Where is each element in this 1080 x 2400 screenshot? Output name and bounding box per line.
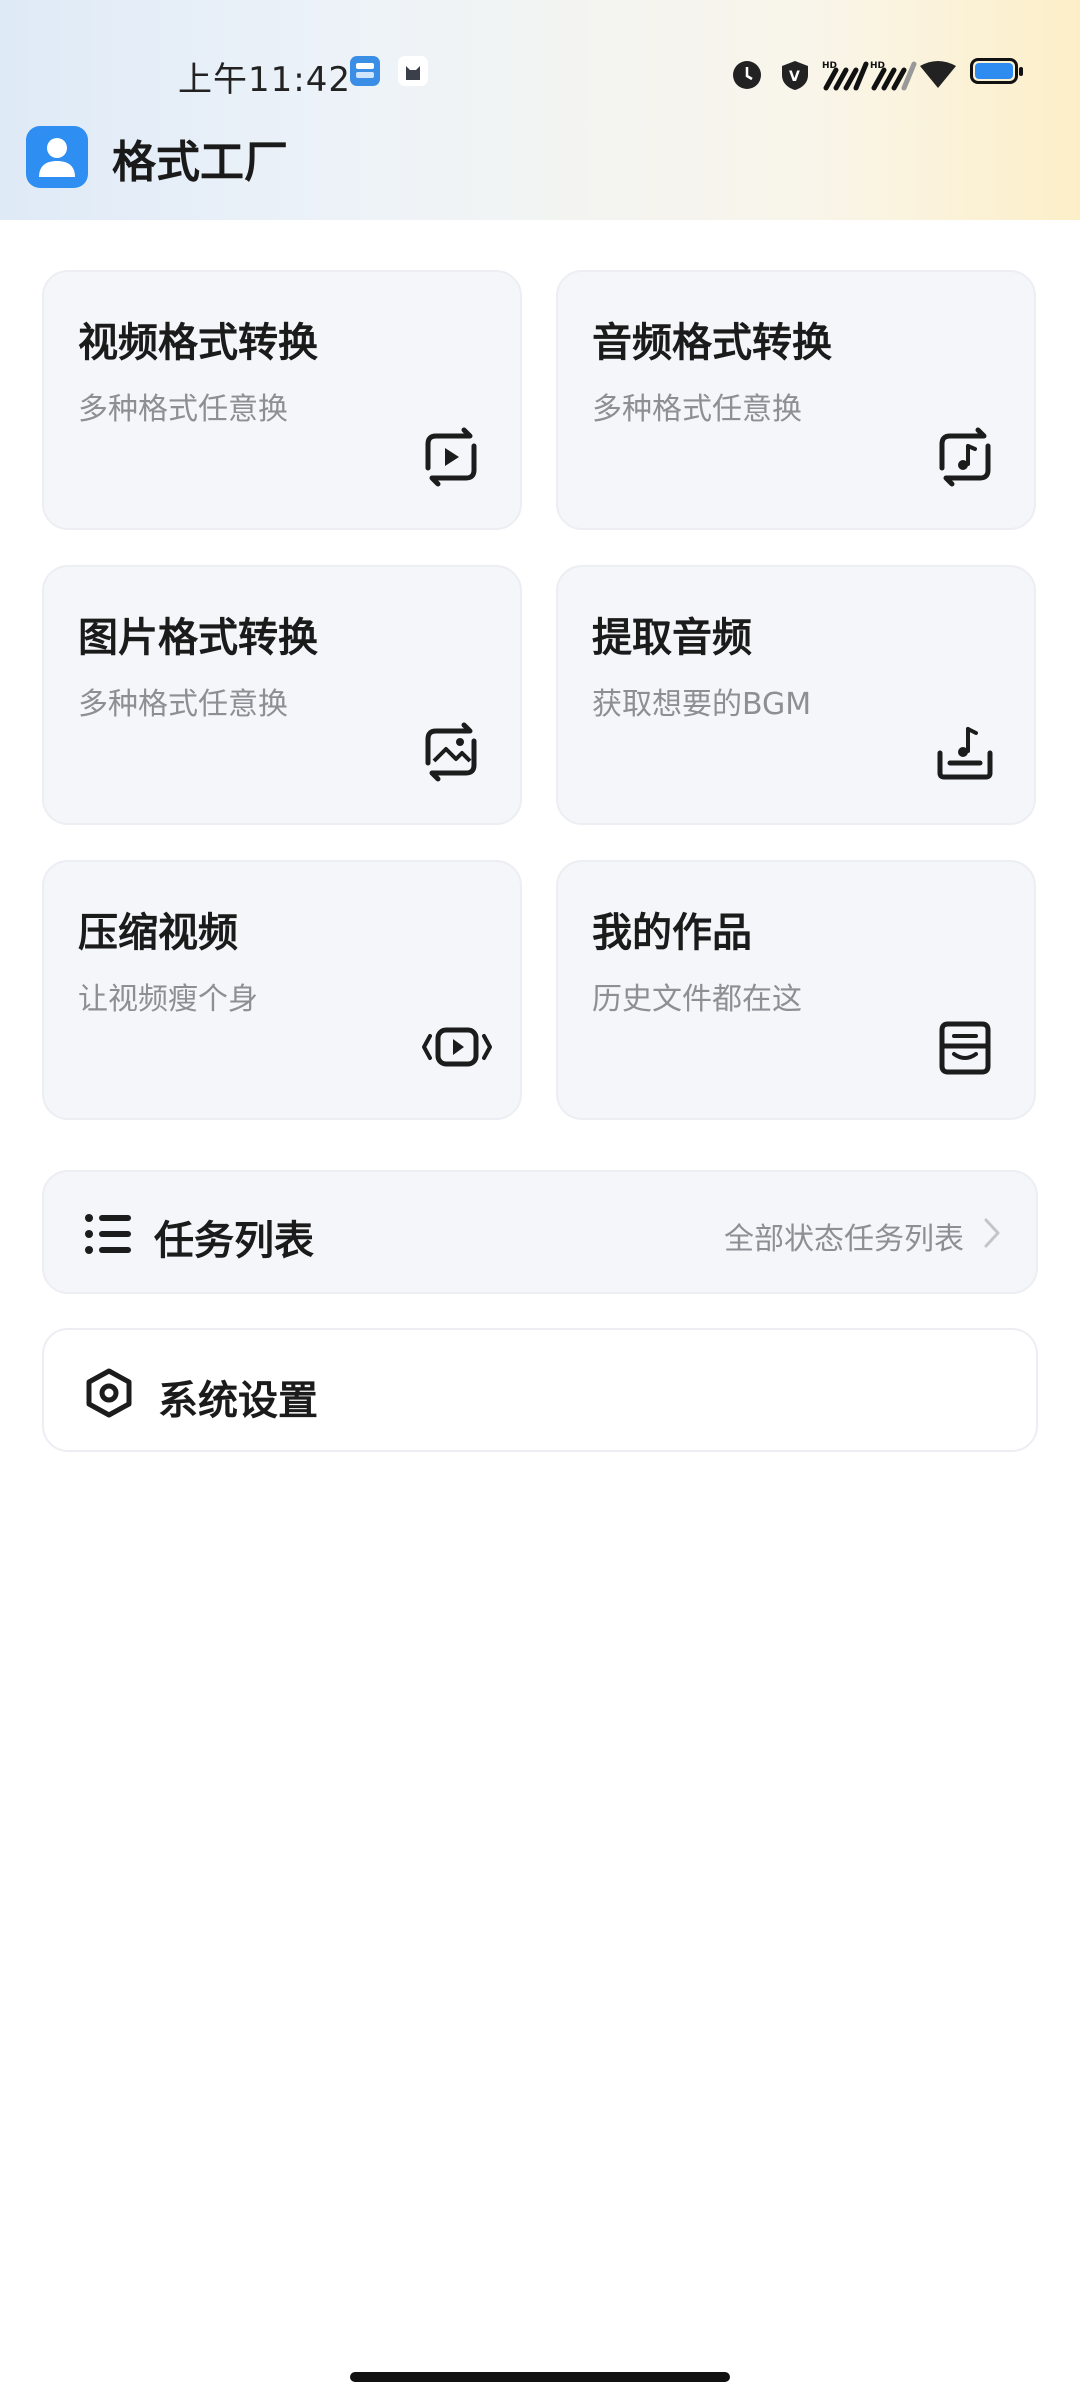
- card-subtitle: 多种格式任意换: [78, 687, 288, 722]
- status-time: 上午11:42: [178, 60, 351, 100]
- card-title: 图片格式转换: [78, 615, 318, 661]
- card-title: 压缩视频: [78, 910, 238, 956]
- app-logo: [26, 126, 88, 188]
- signal-2-icon: HD: [870, 58, 922, 96]
- vpn-icon: V: [778, 58, 812, 96]
- card-title: 提取音频: [592, 615, 752, 661]
- wifi-icon: [918, 58, 958, 96]
- extract-audio-icon: [937, 727, 993, 780]
- my-works-card[interactable]: 我的作品 历史文件都在这: [556, 860, 1036, 1120]
- system-settings-row[interactable]: 系统设置: [42, 1328, 1038, 1452]
- settings-icon: [86, 1368, 132, 1418]
- video-convert-card[interactable]: 视频格式转换 多种格式任意换: [42, 270, 522, 530]
- user-profile-icon: [39, 138, 75, 177]
- card-title: 我的作品: [592, 910, 752, 956]
- battery-icon: [970, 58, 1023, 84]
- extract-audio-card[interactable]: 提取音频 获取想要的BGM: [556, 565, 1036, 825]
- chevron-right-icon: [984, 1218, 1000, 1248]
- svg-text:V: V: [789, 69, 800, 85]
- app-title: 格式工厂: [112, 137, 288, 188]
- image-convert-card[interactable]: 图片格式转换 多种格式任意换: [42, 565, 522, 825]
- image-convert-icon: [425, 722, 477, 782]
- video-convert-icon: [425, 427, 477, 487]
- compress-video-card[interactable]: 压缩视频 让视频瘦个身: [42, 860, 522, 1120]
- card-subtitle: 获取想要的BGM: [592, 687, 812, 722]
- my-works-icon: [939, 1021, 991, 1075]
- app-notification-icon: [350, 56, 380, 86]
- card-subtitle: 让视频瘦个身: [78, 982, 258, 1017]
- signal-1-icon: HD: [822, 58, 874, 96]
- cat-notification-icon: [398, 56, 428, 86]
- task-list-title: 任务列表: [154, 1218, 314, 1264]
- list-icon: [85, 1214, 131, 1254]
- card-subtitle: 多种格式任意换: [592, 392, 802, 427]
- card-subtitle: 历史文件都在这: [592, 982, 802, 1017]
- card-title: 视频格式转换: [78, 320, 318, 366]
- task-list-row[interactable]: 任务列表 全部状态任务列表: [42, 1170, 1038, 1294]
- home-indicator[interactable]: [350, 2372, 730, 2382]
- audio-convert-icon: [939, 427, 991, 487]
- settings-title: 系统设置: [158, 1378, 318, 1424]
- audio-convert-card[interactable]: 音频格式转换 多种格式任意换: [556, 270, 1036, 530]
- card-title: 音频格式转换: [592, 320, 832, 366]
- alarm-icon: [730, 58, 764, 96]
- compress-video-icon: [422, 1027, 492, 1067]
- card-subtitle: 多种格式任意换: [78, 392, 288, 427]
- task-list-subtitle: 全部状态任务列表: [724, 1222, 964, 1257]
